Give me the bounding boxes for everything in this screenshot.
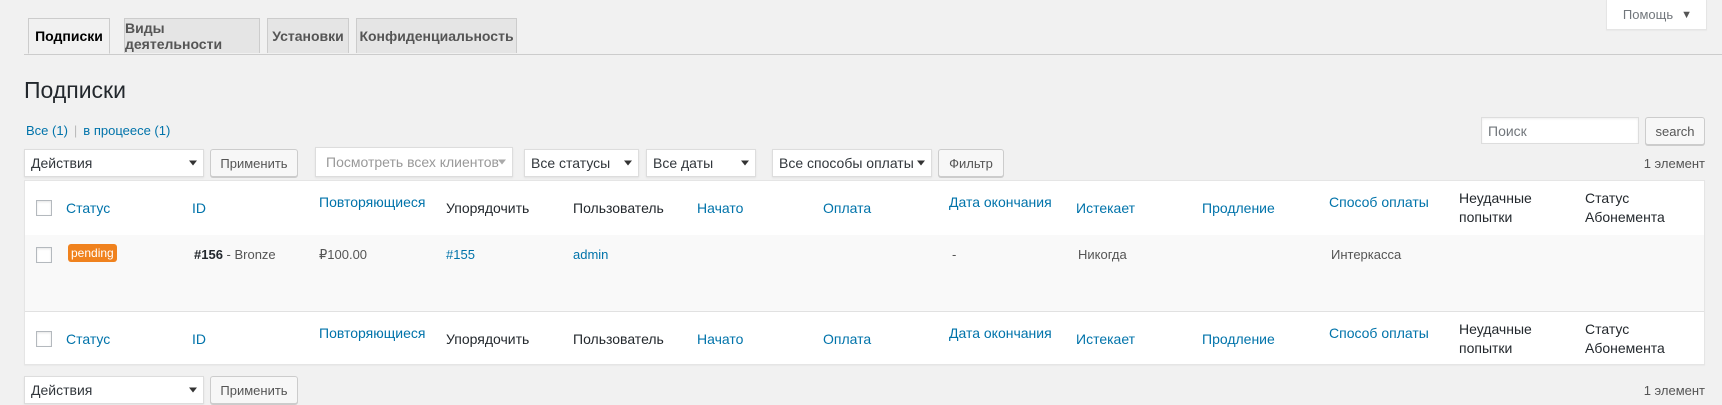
dropdown-arrow-icon [189, 160, 197, 166]
dropdown-arrow-icon [189, 387, 197, 393]
status-filter-value: Все статусы [531, 155, 611, 171]
search-button[interactable]: search [1645, 117, 1705, 145]
date-filter-select[interactable]: Все даты [646, 149, 756, 177]
column-end-date[interactable]: Дата окончания [949, 324, 1052, 343]
column-payment-method[interactable]: Способ оплаты [1329, 193, 1429, 212]
row-checkbox[interactable] [36, 247, 52, 263]
bulk-actions-value: Действия [31, 382, 93, 398]
column-expires[interactable]: Истекает [1076, 330, 1135, 349]
user-link[interactable]: admin [573, 245, 608, 264]
dropdown-arrow-icon [741, 160, 749, 166]
dropdown-arrow-icon [624, 160, 632, 166]
tab-privacy[interactable]: Конфиденциальность [356, 18, 517, 53]
table-header-row: Статус ID Повторяющиеся Упорядочить Поль… [25, 181, 1704, 236]
column-failed-attempts-line2: попытки [1459, 340, 1513, 356]
column-recurring[interactable]: Повторяющиеся [319, 324, 425, 343]
column-failed-attempts-line2: попытки [1459, 209, 1513, 225]
column-start[interactable]: Начато [697, 330, 743, 349]
column-subscription-status-line2: Абонемента [1585, 209, 1665, 225]
column-order: Упорядочить [446, 200, 530, 216]
bulk-actions-value: Действия [31, 155, 93, 171]
end-date-value: - [952, 247, 957, 262]
status-badge: pending [68, 244, 117, 262]
subscription-id[interactable]: #156 [194, 247, 223, 262]
bulk-actions-select-bottom[interactable]: Действия [24, 376, 204, 404]
table-footer-row: Статус ID Повторяющиеся Упорядочить Поль… [25, 311, 1704, 366]
bulk-actions-select-top[interactable]: Действия [24, 149, 204, 177]
column-status[interactable]: Статус [66, 199, 110, 218]
column-status[interactable]: Статус [66, 330, 110, 349]
recurring-amount: ₽100.00 [319, 247, 368, 262]
column-subscription-status-line1: Статус [1585, 190, 1630, 206]
filter-button[interactable]: Фильтр [938, 149, 1004, 177]
tab-subscriptions[interactable]: Подписки [28, 18, 110, 54]
view-in-progress-link[interactable]: в процеесе (1) [83, 123, 170, 138]
select-all-checkbox[interactable] [36, 200, 52, 216]
tab-settings[interactable]: Установки [267, 18, 349, 53]
items-count-bottom: 1 элемент [1643, 383, 1705, 398]
column-payment[interactable]: Оплата [823, 199, 871, 218]
items-count-top: 1 элемент [1643, 156, 1705, 171]
column-failed-attempts-line1: Неудачные [1459, 321, 1532, 337]
column-user: Пользователь [573, 200, 664, 216]
column-start[interactable]: Начато [697, 199, 743, 218]
column-id[interactable]: ID [192, 199, 206, 218]
dropdown-arrow-icon [498, 159, 506, 165]
column-recurring[interactable]: Повторяющиеся [319, 193, 425, 212]
payment-method-filter-value: Все способы оплаты [779, 155, 914, 171]
nav-tabs: Подписки Виды деятельности Установки Кон… [24, 18, 1722, 55]
customer-filter-value: Посмотреть всех клиентов [326, 154, 499, 170]
search-input[interactable] [1481, 117, 1639, 144]
column-subscription-status-line2: Абонемента [1585, 340, 1665, 356]
column-payment[interactable]: Оплата [823, 330, 871, 349]
subscription-id-cell: #156 - Bronze [194, 245, 276, 264]
apply-button-top[interactable]: Применить [210, 149, 298, 177]
subscriptions-table: Статус ID Повторяющиеся Упорядочить Поль… [24, 180, 1705, 365]
view-all-link[interactable]: Все (1) [26, 123, 68, 138]
apply-button-bottom[interactable]: Применить [210, 376, 298, 404]
column-renewal[interactable]: Продление [1202, 199, 1275, 218]
expires-value: Никогда [1078, 247, 1127, 262]
column-subscription-status-line1: Статус [1585, 321, 1630, 337]
payment-method-filter-select[interactable]: Все способы оплаты [772, 149, 932, 177]
select-all-checkbox-footer[interactable] [36, 331, 52, 347]
view-separator: | [73, 123, 78, 138]
status-views: Все (1) | в процеесе (1) [26, 123, 170, 138]
subscription-plan: - Bronze [222, 247, 276, 262]
column-user: Пользователь [573, 331, 664, 347]
table-row: pending #156 - Bronze ₽100.00 #155 admin… [25, 235, 1704, 311]
date-filter-value: Все даты [653, 155, 714, 171]
column-payment-method[interactable]: Способ оплаты [1329, 324, 1429, 343]
column-end-date[interactable]: Дата окончания [949, 193, 1052, 212]
page-title: Подписки [24, 77, 126, 103]
customer-filter-select[interactable]: Посмотреть всех клиентов [315, 147, 513, 177]
column-renewal[interactable]: Продление [1202, 330, 1275, 349]
column-failed-attempts-line1: Неудачные [1459, 190, 1532, 206]
column-id[interactable]: ID [192, 330, 206, 349]
dropdown-arrow-icon [917, 160, 925, 166]
column-order: Упорядочить [446, 331, 530, 347]
status-filter-select[interactable]: Все статусы [524, 149, 639, 177]
payment-method-value: Интеркасса [1331, 247, 1402, 262]
tab-activities[interactable]: Виды деятельности [124, 18, 260, 53]
order-link[interactable]: #155 [446, 245, 475, 264]
column-expires[interactable]: Истекает [1076, 199, 1135, 218]
